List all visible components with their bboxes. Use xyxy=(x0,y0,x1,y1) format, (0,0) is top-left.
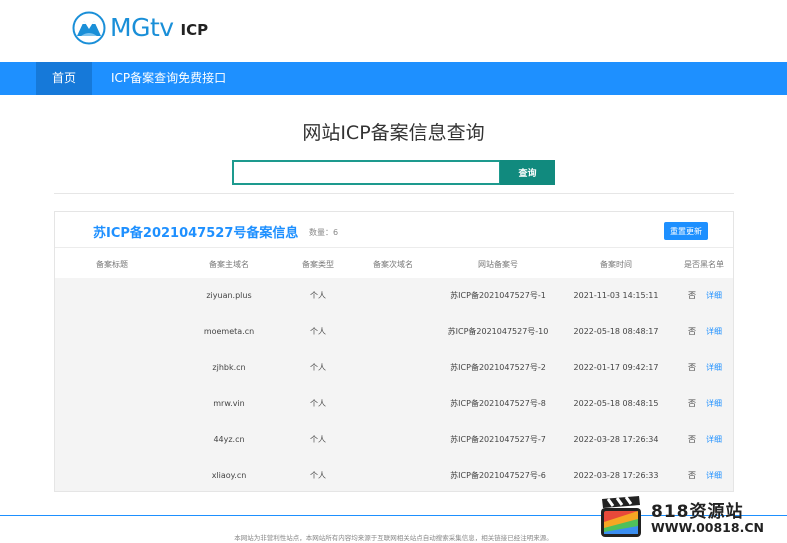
cell-blacklist: 否 xyxy=(688,435,696,444)
col-icp-number: 网站备案号 xyxy=(478,260,518,269)
cell-icp-number: 苏ICP备2021047527号-6 xyxy=(450,471,546,480)
watermark-title: 818资源站 xyxy=(651,502,744,522)
cell-blacklist: 否 xyxy=(688,363,696,372)
watermark-url: WWW.00818.CN xyxy=(651,520,764,535)
cell-type: 个人 xyxy=(310,327,326,336)
page-title: 网站ICP备案信息查询 xyxy=(302,122,485,144)
nav-free-api[interactable]: ICP备案查询免费接口 xyxy=(111,62,226,95)
col-time: 备案时间 xyxy=(600,260,632,269)
search-input[interactable] xyxy=(232,160,501,185)
col-title: 备案标题 xyxy=(96,260,128,269)
cell-time: 2021-11-03 14:15:11 xyxy=(573,291,659,300)
col-domain: 备案主域名 xyxy=(209,260,249,269)
detail-link[interactable]: 详细 xyxy=(706,314,722,350)
col-subdomain: 备案次域名 xyxy=(373,260,413,269)
cell-domain: 44yz.cn xyxy=(213,435,245,444)
divider xyxy=(54,193,734,194)
cell-icp-number: 苏ICP备2021047527号-1 xyxy=(450,291,546,300)
cell-blacklist: 否 xyxy=(688,291,696,300)
cell-type: 个人 xyxy=(310,363,326,372)
clapperboard-icon xyxy=(601,496,641,537)
col-blacklist: 是否黑名单 xyxy=(684,260,724,269)
table-row: ziyuan.plus 个人 苏ICP备2021047527号-1 2021-11-0… xyxy=(55,278,733,314)
cell-domain: zjhbk.cn xyxy=(212,363,246,372)
mountain-logo-icon xyxy=(72,11,106,44)
cell-blacklist: 否 xyxy=(688,399,696,408)
watermark: 818资源站 WWW.00818.CN xyxy=(599,493,787,543)
detail-link[interactable]: 详细 xyxy=(706,422,722,458)
table-row: mrw.vin 个人 苏ICP备2021047527号-8 2022-05-18 08… xyxy=(55,386,733,422)
cell-domain: ziyuan.plus xyxy=(206,291,252,300)
cell-domain: mrw.vin xyxy=(213,399,245,408)
cell-blacklist: 否 xyxy=(688,471,696,480)
cell-icp-number: 苏ICP备2021047527号-2 xyxy=(450,363,546,372)
result-card: 苏ICP备2021047527号备案信息 数量：6 重置更新 备案标题 备案主域… xyxy=(54,211,734,492)
cell-domain: xliaoy.cn xyxy=(211,471,247,480)
table-row: moemeta.cn 个人 苏ICP备2021047527号-10 2022-05-1… xyxy=(55,314,733,350)
record-count: 数量：6 xyxy=(309,228,339,237)
detail-link[interactable]: 详细 xyxy=(706,458,722,494)
cell-type: 个人 xyxy=(310,471,326,480)
cell-time: 2022-03-28 17:26:33 xyxy=(573,471,659,480)
cell-type: 个人 xyxy=(310,399,326,408)
detail-link[interactable]: 详细 xyxy=(706,278,722,314)
logo-suffix: ICP xyxy=(180,21,209,39)
table-row: 44yz.cn 个人 苏ICP备2021047527号-7 2022-03-28 17… xyxy=(55,422,733,458)
site-header: MGtv ICP xyxy=(0,0,787,62)
table-row: zjhbk.cn 个人 苏ICP备2021047527号-2 2022-01-17 0… xyxy=(55,350,733,386)
cell-time: 2022-01-17 09:42:17 xyxy=(573,363,659,372)
cell-time: 2022-05-18 08:48:17 xyxy=(573,327,659,336)
card-title: 苏ICP备2021047527号备案信息 xyxy=(93,226,299,241)
nav-home[interactable]: 首页 xyxy=(36,62,92,95)
table-body: ziyuan.plus 个人 苏ICP备2021047527号-1 2021-11-0… xyxy=(55,278,733,491)
cell-time: 2022-05-18 08:48:15 xyxy=(573,399,659,408)
cell-type: 个人 xyxy=(310,291,326,300)
site-logo[interactable]: MGtv ICP xyxy=(72,8,208,47)
detail-link[interactable]: 详细 xyxy=(706,350,722,386)
cell-icp-number: 苏ICP备2021047527号-10 xyxy=(447,327,549,336)
main-nav: 首页 ICP备案查询免费接口 xyxy=(0,62,787,95)
table-row: xliaoy.cn 个人 苏ICP备2021047527号-6 2022-03-28 … xyxy=(55,458,733,494)
cell-icp-number: 苏ICP备2021047527号-7 xyxy=(450,435,546,444)
cell-blacklist: 否 xyxy=(688,327,696,336)
col-type: 备案类型 xyxy=(302,260,334,269)
cell-type: 个人 xyxy=(310,435,326,444)
search-button[interactable]: 查询 xyxy=(500,160,555,185)
header-divider xyxy=(55,247,733,248)
cell-icp-number: 苏ICP备2021047527号-8 xyxy=(450,399,546,408)
cell-time: 2022-03-28 17:26:34 xyxy=(573,435,659,444)
logo-text: MGtv xyxy=(110,12,174,42)
refresh-button[interactable]: 重置更新 xyxy=(664,222,708,240)
cell-domain: moemeta.cn xyxy=(203,327,255,336)
detail-link[interactable]: 详细 xyxy=(706,386,722,422)
